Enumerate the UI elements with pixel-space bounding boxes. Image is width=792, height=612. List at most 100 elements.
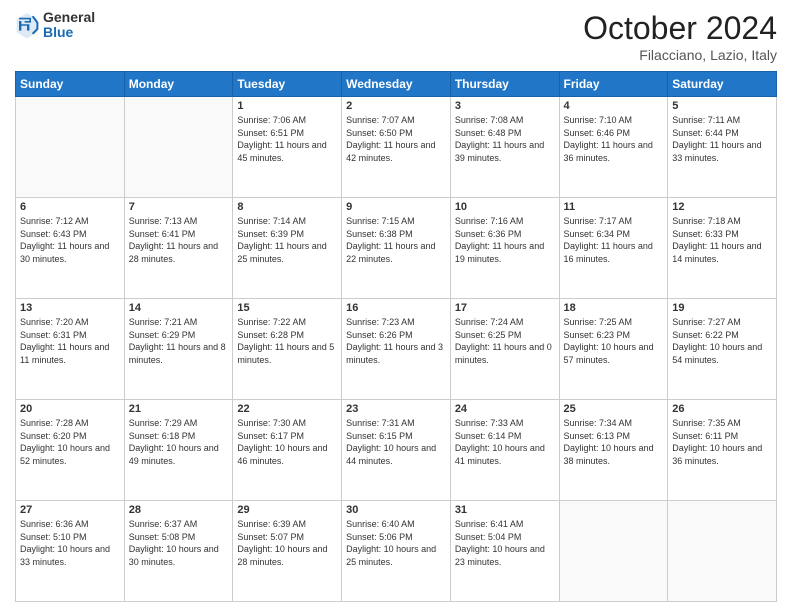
day-info: Sunrise: 7:27 AM Sunset: 6:22 PM Dayligh… (672, 316, 772, 366)
month-title: October 2024 (583, 10, 777, 47)
day-cell: 30 Sunrise: 6:40 AM Sunset: 5:06 PM Dayli… (342, 501, 451, 602)
day-info: Sunrise: 7:08 AM Sunset: 6:48 PM Dayligh… (455, 114, 555, 164)
weekday-header-wednesday: Wednesday (342, 72, 451, 97)
week-row-3: 13 Sunrise: 7:20 AM Sunset: 6:31 PM Dayli… (16, 299, 777, 400)
day-cell: 31Sunrise: 6:41 AM Sunset: 5:04 PM Dayli… (450, 501, 559, 602)
day-cell: 9Sunrise: 7:15 AM Sunset: 6:38 PM Daylig… (342, 198, 451, 299)
day-cell: 13 Sunrise: 7:20 AM Sunset: 6:31 PM Dayli… (16, 299, 125, 400)
day-number: 24 (455, 403, 555, 415)
day-info: Sunrise: 7:22 AM Sunset: 6:28 PM Dayligh… (237, 316, 337, 366)
logo-text: General Blue (43, 10, 95, 41)
day-cell: 29Sunrise: 6:39 AM Sunset: 5:07 PM Dayli… (233, 501, 342, 602)
day-info: Sunrise: 7:34 AM Sunset: 6:13 PM Dayligh… (564, 417, 664, 467)
day-info: Sunrise: 7:18 AM Sunset: 6:33 PM Dayligh… (672, 215, 772, 265)
day-number: 17 (455, 302, 555, 314)
day-info: Sunrise: 7:10 AM Sunset: 6:46 PM Dayligh… (564, 114, 664, 164)
day-info: Sunrise: 7:23 AM Sunset: 6:26 PM Dayligh… (346, 316, 446, 366)
week-row-2: 6Sunrise: 7:12 AM Sunset: 6:43 PM Daylig… (16, 198, 777, 299)
day-cell: 22 Sunrise: 7:30 AM Sunset: 6:17 PM Dayli… (233, 400, 342, 501)
day-cell: 14 Sunrise: 7:21 AM Sunset: 6:29 PM Dayli… (124, 299, 233, 400)
day-info: Sunrise: 7:14 AM Sunset: 6:39 PM Dayligh… (237, 215, 337, 265)
day-cell (16, 97, 125, 198)
title-block: October 2024 Filacciano, Lazio, Italy (583, 10, 777, 63)
weekday-header-sunday: Sunday (16, 72, 125, 97)
weekday-header-friday: Friday (559, 72, 668, 97)
day-cell: 1 Sunrise: 7:06 AM Sunset: 6:51 PM Daylig… (233, 97, 342, 198)
day-number: 11 (564, 201, 664, 213)
day-number: 8 (237, 201, 337, 213)
day-info: Sunrise: 7:24 AM Sunset: 6:25 PM Dayligh… (455, 316, 555, 366)
day-number: 26 (672, 403, 772, 415)
day-cell: 12 Sunrise: 7:18 AM Sunset: 6:33 PM Dayli… (668, 198, 777, 299)
day-info: Sunrise: 7:06 AM Sunset: 6:51 PM Dayligh… (237, 114, 337, 164)
day-cell: 4 Sunrise: 7:10 AM Sunset: 6:46 PM Daylig… (559, 97, 668, 198)
day-number: 19 (672, 302, 772, 314)
day-number: 20 (20, 403, 120, 415)
weekday-header-thursday: Thursday (450, 72, 559, 97)
day-number: 25 (564, 403, 664, 415)
calendar-table: SundayMondayTuesdayWednesdayThursdayFrid… (15, 71, 777, 602)
day-number: 31 (455, 504, 555, 516)
day-number: 21 (129, 403, 229, 415)
weekday-header-tuesday: Tuesday (233, 72, 342, 97)
day-cell: 18 Sunrise: 7:25 AM Sunset: 6:23 PM Dayli… (559, 299, 668, 400)
day-number: 7 (129, 201, 229, 213)
day-info: Sunrise: 7:21 AM Sunset: 6:29 PM Dayligh… (129, 316, 229, 366)
day-number: 18 (564, 302, 664, 314)
logo-blue: Blue (43, 25, 95, 40)
day-cell: 20Sunrise: 7:28 AM Sunset: 6:20 PM Dayli… (16, 400, 125, 501)
day-cell: 10Sunrise: 7:16 AM Sunset: 6:36 PM Dayli… (450, 198, 559, 299)
day-number: 22 (237, 403, 337, 415)
day-cell (668, 501, 777, 602)
day-number: 29 (237, 504, 337, 516)
logo-icon (15, 11, 39, 39)
logo-general: General (43, 10, 95, 25)
day-cell: 25 Sunrise: 7:34 AM Sunset: 6:13 PM Dayli… (559, 400, 668, 501)
day-info: Sunrise: 7:07 AM Sunset: 6:50 PM Dayligh… (346, 114, 446, 164)
day-number: 1 (237, 100, 337, 112)
day-number: 16 (346, 302, 446, 314)
day-number: 28 (129, 504, 229, 516)
day-cell: 28 Sunrise: 6:37 AM Sunset: 5:08 PM Dayli… (124, 501, 233, 602)
day-info: Sunrise: 6:36 AM Sunset: 5:10 PM Dayligh… (20, 518, 120, 568)
day-info: Sunrise: 7:25 AM Sunset: 6:23 PM Dayligh… (564, 316, 664, 366)
day-info: Sunrise: 7:20 AM Sunset: 6:31 PM Dayligh… (20, 316, 120, 366)
day-info: Sunrise: 7:29 AM Sunset: 6:18 PM Dayligh… (129, 417, 229, 467)
day-number: 9 (346, 201, 446, 213)
day-info: Sunrise: 7:35 AM Sunset: 6:11 PM Dayligh… (672, 417, 772, 467)
day-number: 14 (129, 302, 229, 314)
day-cell: 17 Sunrise: 7:24 AM Sunset: 6:25 PM Dayli… (450, 299, 559, 400)
day-cell: 24 Sunrise: 7:33 AM Sunset: 6:14 PM Dayli… (450, 400, 559, 501)
day-number: 5 (672, 100, 772, 112)
day-number: 12 (672, 201, 772, 213)
day-info: Sunrise: 6:40 AM Sunset: 5:06 PM Dayligh… (346, 518, 446, 568)
day-cell: 5 Sunrise: 7:11 AM Sunset: 6:44 PM Daylig… (668, 97, 777, 198)
day-info: Sunrise: 7:13 AM Sunset: 6:41 PM Dayligh… (129, 215, 229, 265)
day-number: 10 (455, 201, 555, 213)
day-number: 27 (20, 504, 120, 516)
day-number: 23 (346, 403, 446, 415)
day-cell: 2Sunrise: 7:07 AM Sunset: 6:50 PM Daylig… (342, 97, 451, 198)
day-info: Sunrise: 7:33 AM Sunset: 6:14 PM Dayligh… (455, 417, 555, 467)
day-number: 13 (20, 302, 120, 314)
day-number: 30 (346, 504, 446, 516)
weekday-header-row: SundayMondayTuesdayWednesdayThursdayFrid… (16, 72, 777, 97)
day-info: Sunrise: 6:37 AM Sunset: 5:08 PM Dayligh… (129, 518, 229, 568)
day-cell: 6Sunrise: 7:12 AM Sunset: 6:43 PM Daylig… (16, 198, 125, 299)
day-cell: 21 Sunrise: 7:29 AM Sunset: 6:18 PM Dayli… (124, 400, 233, 501)
day-number: 4 (564, 100, 664, 112)
week-row-5: 27 Sunrise: 6:36 AM Sunset: 5:10 PM Dayli… (16, 501, 777, 602)
weekday-header-monday: Monday (124, 72, 233, 97)
day-cell: 26 Sunrise: 7:35 AM Sunset: 6:11 PM Dayli… (668, 400, 777, 501)
day-cell: 7 Sunrise: 7:13 AM Sunset: 6:41 PM Daylig… (124, 198, 233, 299)
day-info: Sunrise: 7:30 AM Sunset: 6:17 PM Dayligh… (237, 417, 337, 467)
day-cell: 16 Sunrise: 7:23 AM Sunset: 6:26 PM Dayli… (342, 299, 451, 400)
day-cell: 8 Sunrise: 7:14 AM Sunset: 6:39 PM Daylig… (233, 198, 342, 299)
day-cell: 3Sunrise: 7:08 AM Sunset: 6:48 PM Daylig… (450, 97, 559, 198)
week-row-1: 1 Sunrise: 7:06 AM Sunset: 6:51 PM Daylig… (16, 97, 777, 198)
day-cell (559, 501, 668, 602)
week-row-4: 20Sunrise: 7:28 AM Sunset: 6:20 PM Dayli… (16, 400, 777, 501)
logo: General Blue (15, 10, 95, 41)
day-number: 6 (20, 201, 120, 213)
day-info: Sunrise: 7:11 AM Sunset: 6:44 PM Dayligh… (672, 114, 772, 164)
